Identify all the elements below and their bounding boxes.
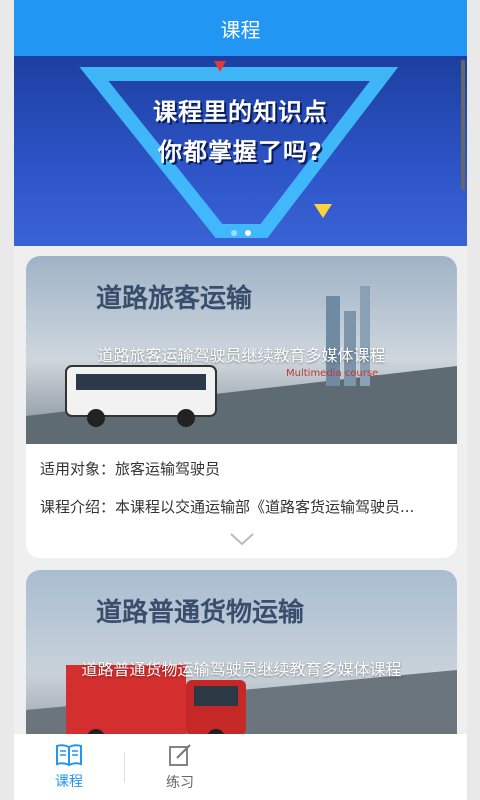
page-header: 课程 — [14, 0, 467, 56]
scrollbar[interactable] — [461, 60, 465, 190]
tab-practice-label: 练习 — [166, 775, 194, 791]
bottom-tab-bar: 课程 练习 — [14, 734, 467, 800]
course-target: 适用对象：旅客运输驾驶员 — [40, 460, 221, 478]
book-icon — [56, 744, 82, 767]
course-cover: 道路旅客运输 Multimedia course 道路旅客运输驾驶员继续教育多媒… — [26, 256, 457, 444]
cover-heading: 道路普通货物运输 — [96, 598, 305, 628]
app-frame: 课程 课程里的知识点 你都掌握了吗? 道路旅客运输 Multimedia cou… — [14, 0, 467, 800]
page-title: 课程 — [220, 17, 261, 42]
course-cover: 道路普通货物运输 道路普通货物运输驾驶员继续教育多媒体课程 — [26, 570, 457, 758]
course-title: 道路普通货物运输驾驶员继续教育多媒体课程 — [81, 660, 402, 679]
banner-line-2: 你都掌握了吗? — [158, 138, 323, 166]
tab-practice[interactable]: 练习 — [125, 742, 235, 792]
cover-subtitle: Multimedia course — [286, 368, 379, 379]
tab-courses-label: 课程 — [55, 774, 83, 790]
course-card[interactable]: 道路旅客运输 Multimedia course 道路旅客运输驾驶员继续教育多媒… — [26, 256, 457, 558]
carousel-dots — [14, 230, 467, 236]
banner-line-1: 课程里的知识点 — [153, 98, 328, 126]
edit-icon — [169, 744, 191, 766]
tab-courses[interactable]: 课程 — [14, 743, 124, 791]
course-title: 道路旅客运输驾驶员继续教育多媒体课程 — [97, 346, 386, 365]
course-info: 适用对象：旅客运输驾驶员 课程介绍：本课程以交通运输部《道路客货运输驾驶员... — [26, 444, 457, 549]
chevron-down-icon[interactable] — [40, 532, 443, 549]
promo-banner[interactable]: 课程里的知识点 你都掌握了吗? — [14, 56, 467, 246]
carousel-dot[interactable] — [230, 230, 237, 236]
carousel-dot-active[interactable] — [244, 230, 251, 236]
cover-heading: 道路旅客运输 — [96, 284, 253, 314]
course-intro: 课程介绍：本课程以交通运输部《道路客货运输驾驶员... — [40, 498, 415, 516]
